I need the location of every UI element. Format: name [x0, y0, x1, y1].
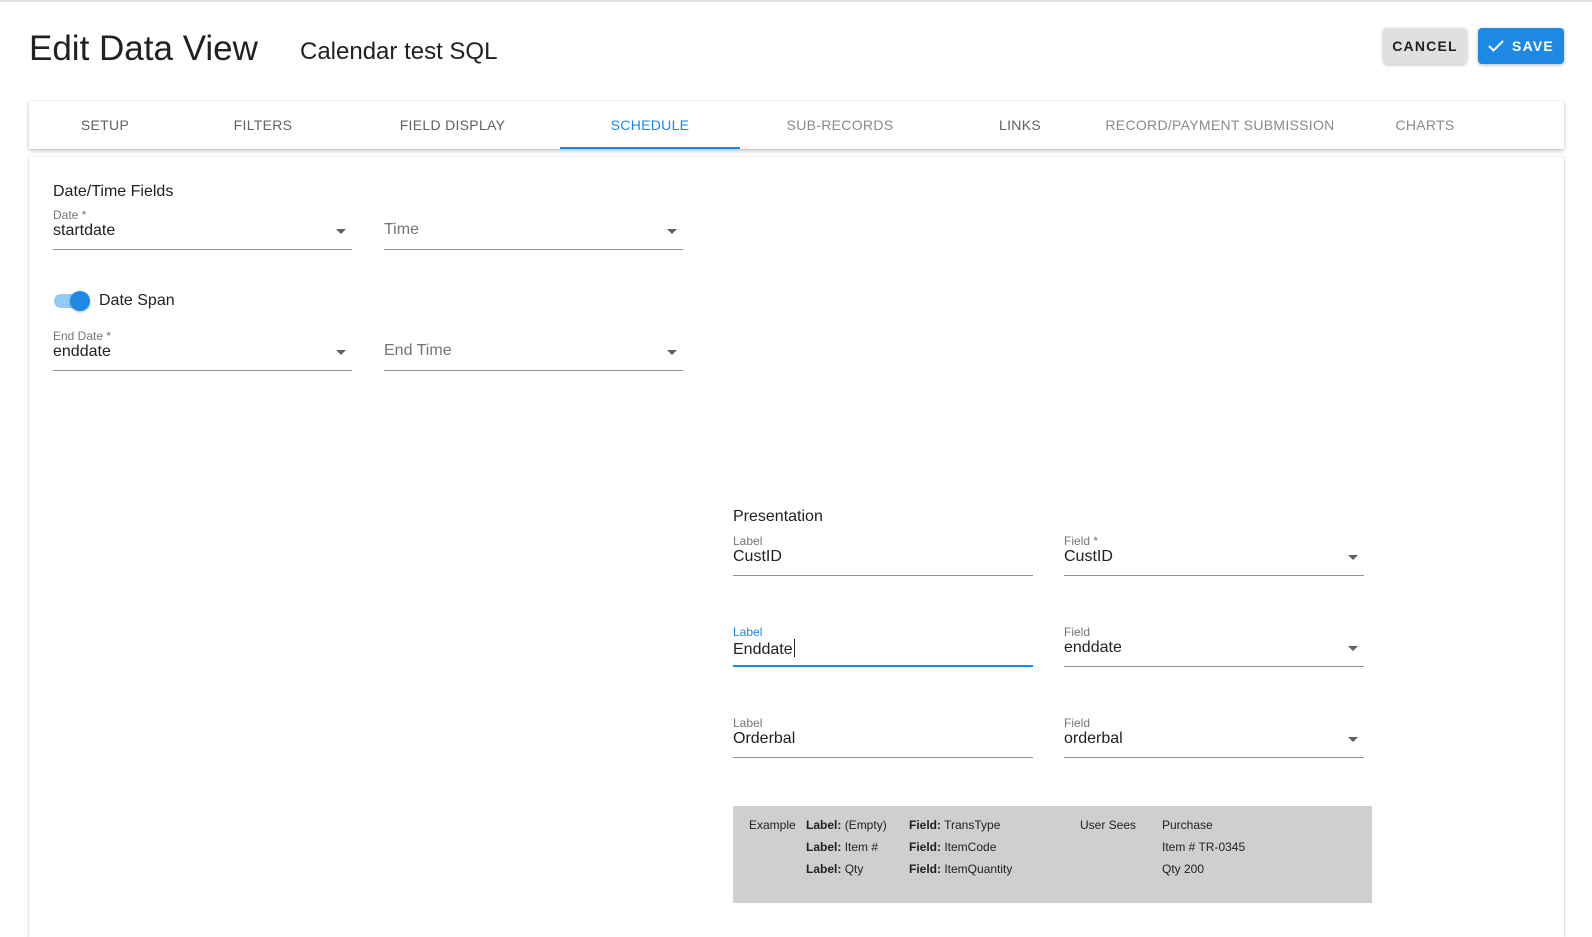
field-prefix: Field:	[909, 818, 941, 832]
field-underline	[733, 575, 1033, 576]
chevron-down-icon	[336, 350, 346, 355]
user-sees-value-1: Purchase	[1162, 818, 1213, 832]
data-view-name: Calendar test SQL	[300, 38, 498, 65]
time-select-placeholder: Time	[384, 221, 419, 238]
tab-record-payment-submission[interactable]: RECORD/PAYMENT SUBMISSION	[1100, 101, 1340, 149]
field-value: enddate	[1064, 639, 1122, 656]
tab-bar: SETUP FILTERS FIELD DISPLAY SCHEDULE SUB…	[29, 101, 1564, 149]
presentation-field-select-3[interactable]: Field orderbal	[1064, 716, 1364, 758]
tab-setup[interactable]: SETUP	[29, 101, 181, 149]
field-underline	[384, 249, 683, 250]
label-prefix: Label:	[806, 818, 842, 832]
label-caption: Label	[733, 716, 763, 730]
field-caption: Field *	[1064, 534, 1099, 548]
field-caption: Field	[1064, 625, 1091, 639]
user-sees-value-2: Item # TR-0345	[1162, 840, 1246, 854]
check-icon	[1488, 40, 1504, 52]
presentation-field-select-1[interactable]: Field * CustID	[1064, 534, 1364, 576]
field-underline	[733, 757, 1033, 758]
cancel-button[interactable]: CANCEL	[1383, 28, 1467, 64]
chevron-down-icon	[1348, 555, 1358, 560]
presentation-label-input-3[interactable]: Label Orderbal	[733, 716, 1033, 758]
date-select-label: Date *	[53, 208, 87, 222]
text-cursor	[793, 639, 795, 657]
toggle-thumb	[70, 291, 90, 311]
end-date-select[interactable]: End Date * enddate	[53, 329, 352, 371]
tab-charts[interactable]: CHARTS	[1340, 101, 1510, 149]
label-value: Orderbal	[733, 730, 796, 747]
label-caption: Label	[733, 625, 763, 639]
save-button-label: SAVE	[1512, 38, 1554, 54]
field-prefix: Field:	[909, 840, 941, 854]
field-underline	[384, 370, 683, 371]
example-label-1: Label: (Empty)	[806, 818, 887, 832]
save-button[interactable]: SAVE	[1478, 28, 1564, 64]
field-underline	[53, 370, 352, 371]
label-prefix: Label:	[806, 862, 842, 876]
presentation-label-input-1[interactable]: Label CustID	[733, 534, 1033, 576]
label-value: Enddate	[733, 641, 793, 658]
example-field-value: ItemCode	[944, 840, 997, 854]
example-field-2: Field: ItemCode	[909, 840, 996, 854]
end-time-select-placeholder: End Time	[384, 342, 452, 359]
field-value: CustID	[1064, 548, 1113, 565]
user-sees-value-3: Qty 200	[1162, 862, 1205, 876]
field-caption: Field	[1064, 716, 1091, 730]
top-divider	[0, 0, 1592, 2]
date-span-toggle[interactable]	[53, 290, 91, 312]
label-value-wrap: Enddate	[733, 639, 795, 659]
example-label-2: Label: Item #	[806, 840, 878, 854]
end-time-select[interactable]: End Time	[384, 329, 683, 371]
example-label-3: Label: Qty	[806, 862, 863, 876]
tab-links[interactable]: LINKS	[940, 101, 1100, 149]
label-prefix: Label:	[806, 840, 842, 854]
example-box: Example Label: (Empty) Label: Item # Lab…	[733, 806, 1372, 903]
label-value: CustID	[733, 548, 782, 565]
example-caption: Example	[749, 818, 796, 832]
tab-schedule[interactable]: SCHEDULE	[560, 101, 740, 149]
example-field-value: ItemQuantity	[944, 862, 1013, 876]
end-date-select-value: enddate	[53, 343, 111, 360]
datetime-section-title: Date/Time Fields	[53, 183, 174, 200]
presentation-section-title: Presentation	[733, 508, 823, 525]
chevron-down-icon	[1348, 646, 1358, 651]
presentation-label-input-2[interactable]: Label Enddate	[733, 625, 1033, 667]
tab-sub-records[interactable]: SUB-RECORDS	[740, 101, 940, 149]
tab-filters[interactable]: FILTERS	[181, 101, 345, 149]
field-value: orderbal	[1064, 730, 1123, 747]
tab-field-display[interactable]: FIELD DISPLAY	[345, 101, 560, 149]
time-select[interactable]: Time	[384, 208, 683, 250]
example-field-value: TransType	[944, 818, 1001, 832]
chevron-down-icon	[336, 229, 346, 234]
page-title: Edit Data View	[29, 29, 258, 68]
field-underline	[53, 249, 352, 250]
date-select-value: startdate	[53, 222, 116, 239]
field-underline	[1064, 666, 1364, 667]
field-underline-focused	[733, 665, 1033, 667]
example-field-3: Field: ItemQuantity	[909, 862, 1012, 876]
chevron-down-icon	[667, 350, 677, 355]
example-label-value: Qty	[844, 862, 864, 876]
date-select[interactable]: Date * startdate	[53, 208, 352, 250]
label-caption: Label	[733, 534, 763, 548]
end-date-select-label: End Date *	[53, 329, 112, 343]
cancel-button-label: CANCEL	[1392, 38, 1458, 54]
field-prefix: Field:	[909, 862, 941, 876]
date-span-label: Date Span	[99, 292, 175, 309]
chevron-down-icon	[1348, 737, 1358, 742]
user-sees-caption: User Sees	[1080, 818, 1137, 832]
active-tab-indicator	[560, 147, 740, 149]
example-field-1: Field: TransType	[909, 818, 1000, 832]
example-label-value: Item #	[844, 840, 879, 854]
chevron-down-icon	[667, 229, 677, 234]
example-label-value: (Empty)	[844, 818, 887, 832]
presentation-field-select-2[interactable]: Field enddate	[1064, 625, 1364, 667]
field-underline	[1064, 757, 1364, 758]
field-underline	[1064, 575, 1364, 576]
